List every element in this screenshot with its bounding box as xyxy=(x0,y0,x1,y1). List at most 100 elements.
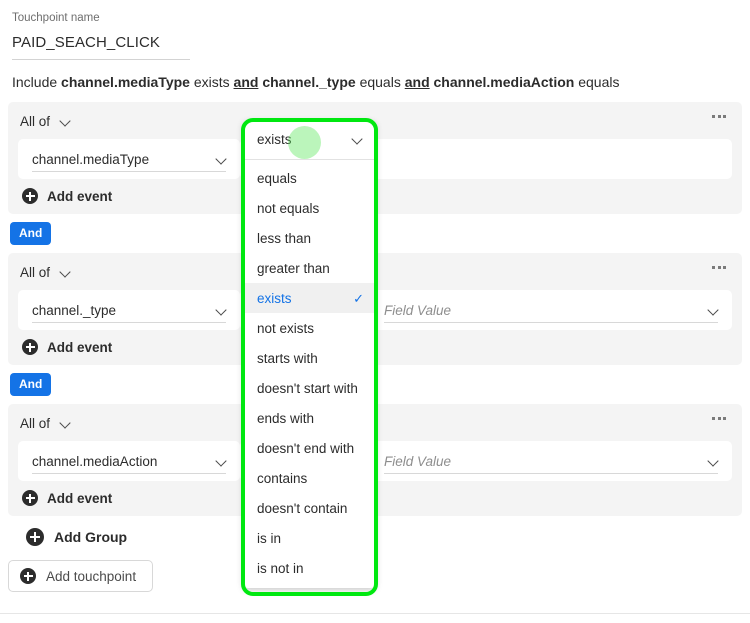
group-options-button-2[interactable] xyxy=(708,262,730,273)
field-underline xyxy=(32,473,226,474)
operator-option-not-equals[interactable]: not equals xyxy=(243,193,376,223)
include-prefix: Include xyxy=(12,74,58,90)
operator-option-doesnt-end-with[interactable]: doesn't end with xyxy=(243,433,376,463)
operator-option-less-than[interactable]: less than xyxy=(243,223,376,253)
operator-option-label: doesn't contain xyxy=(257,500,348,516)
operator-option-ends-with[interactable]: ends with xyxy=(243,403,376,433)
match-type-select-2[interactable]: All of xyxy=(18,265,74,280)
match-type-label-2: All of xyxy=(20,264,51,280)
operator-option-equals[interactable]: equals xyxy=(243,163,376,193)
operator-option-doesnt-contain[interactable]: doesn't contain xyxy=(243,493,376,523)
operator-option-greater-than[interactable]: greater than xyxy=(243,253,376,283)
bottom-divider xyxy=(0,613,750,614)
operator-option-label: less than xyxy=(257,230,312,246)
ellipsis-dot xyxy=(723,417,726,420)
operator-option-label: is in xyxy=(257,530,282,546)
chevron-down-icon xyxy=(217,305,228,316)
operator-option-label: equals xyxy=(257,170,297,186)
value-placeholder-3: Field Value xyxy=(384,453,452,469)
operator-option-label: not equals xyxy=(257,200,320,216)
include-operator-3: equals xyxy=(578,74,620,90)
chevron-down-icon xyxy=(61,418,72,429)
match-type-select-3[interactable]: All of xyxy=(18,416,74,431)
plus-circle-icon xyxy=(22,339,38,355)
add-event-label-3: Add event xyxy=(47,490,113,506)
value-placeholder-2: Field Value xyxy=(384,302,452,318)
include-summary: Include channel.mediaType exists and cha… xyxy=(12,72,738,92)
group-options-button-3[interactable] xyxy=(708,413,730,424)
plus-circle-icon xyxy=(22,188,38,204)
field-underline xyxy=(32,322,226,323)
operator-option-label: ends with xyxy=(257,410,315,426)
operator-option-exists[interactable]: exists ✓ xyxy=(243,283,376,313)
match-type-select-1[interactable]: All of xyxy=(18,114,74,129)
operator-current-value: exists xyxy=(257,132,292,147)
ellipsis-dot xyxy=(723,115,726,118)
value-select-2[interactable]: Field Value xyxy=(370,290,732,330)
chevron-down-icon xyxy=(217,154,228,165)
ellipsis-dot xyxy=(717,115,721,118)
value-select-3[interactable]: Field Value xyxy=(370,441,732,481)
include-attribute-3: channel.mediaAction xyxy=(433,74,575,90)
add-touchpoint-button[interactable]: Add touchpoint xyxy=(8,560,154,592)
operator-option-list: equals not equals less than greater than… xyxy=(243,160,376,588)
add-group-button[interactable]: Add Group xyxy=(26,528,127,546)
chevron-down-icon xyxy=(61,116,72,127)
ellipsis-dot xyxy=(712,115,715,118)
operator-option-label: doesn't start with xyxy=(257,380,358,396)
touchpoint-name-input[interactable]: PAID_SEACH_CLICK xyxy=(12,32,190,60)
add-event-label-1: Add event xyxy=(47,188,113,204)
chevron-down-icon xyxy=(709,456,720,467)
field-underline xyxy=(384,473,718,474)
operator-option-is-not-in[interactable]: is not in xyxy=(243,553,376,583)
operator-option-label: starts with xyxy=(257,350,318,366)
operator-option-label: doesn't end with xyxy=(257,440,355,456)
plus-circle-icon xyxy=(22,490,38,506)
attribute-select-3[interactable]: channel.mediaAction xyxy=(18,441,240,481)
operator-option-contains[interactable]: contains xyxy=(243,463,376,493)
check-icon: ✓ xyxy=(353,290,364,306)
ellipsis-dot xyxy=(712,417,715,420)
operator-option-starts-with[interactable]: starts with xyxy=(243,343,376,373)
operator-option-is-in[interactable]: is in xyxy=(243,523,376,553)
match-type-label-1: All of xyxy=(20,113,51,129)
attribute-value-3: channel.mediaAction xyxy=(32,453,158,469)
operator-option-doesnt-start-with[interactable]: doesn't start with xyxy=(243,373,376,403)
add-event-button-2[interactable]: Add event xyxy=(22,339,112,355)
operator-dropdown[interactable]: exists equals not equals less than great… xyxy=(243,120,376,588)
value-select-1[interactable] xyxy=(370,139,732,179)
ellipsis-dot xyxy=(723,266,726,269)
chevron-down-icon xyxy=(709,305,720,316)
operator-option-not-exists[interactable]: not exists xyxy=(243,313,376,343)
match-type-label-3: All of xyxy=(20,415,51,431)
attribute-value-1: channel.mediaType xyxy=(32,151,150,167)
operator-dropdown-chevron-icon[interactable] xyxy=(353,134,364,145)
include-operator-1: exists xyxy=(193,74,230,90)
touchpoint-name-section: Touchpoint name PAID_SEACH_CLICK xyxy=(0,0,750,60)
operator-option-label: greater than xyxy=(257,260,330,276)
add-event-button-1[interactable]: Add event xyxy=(22,188,112,204)
chevron-down-icon xyxy=(217,456,228,467)
operator-option-label: contains xyxy=(257,470,308,486)
ellipsis-dot xyxy=(717,417,721,420)
field-underline xyxy=(384,322,718,323)
include-attribute-2: channel._type xyxy=(262,74,356,90)
add-event-label-2: Add event xyxy=(47,339,113,355)
operator-option-label: not exists xyxy=(257,320,315,336)
plus-circle-icon xyxy=(26,528,44,546)
add-event-button-3[interactable]: Add event xyxy=(22,490,112,506)
chevron-down-icon xyxy=(61,267,72,278)
connector-and-2[interactable]: And xyxy=(10,373,52,396)
operator-option-label: exists xyxy=(257,290,292,306)
attribute-select-1[interactable]: channel.mediaType xyxy=(18,139,240,179)
add-group-label: Add Group xyxy=(54,529,128,545)
include-operator-2: equals xyxy=(359,74,401,90)
touchpoint-name-label: Touchpoint name xyxy=(12,12,100,24)
group-options-button-1[interactable] xyxy=(708,111,730,122)
attribute-select-2[interactable]: channel._type xyxy=(18,290,240,330)
operator-dropdown-trigger[interactable]: exists xyxy=(243,120,376,160)
operator-option-label: is not in xyxy=(257,560,304,576)
connector-and-1[interactable]: And xyxy=(10,222,52,245)
field-underline xyxy=(32,171,226,172)
include-conjunction-1: and xyxy=(233,74,259,90)
